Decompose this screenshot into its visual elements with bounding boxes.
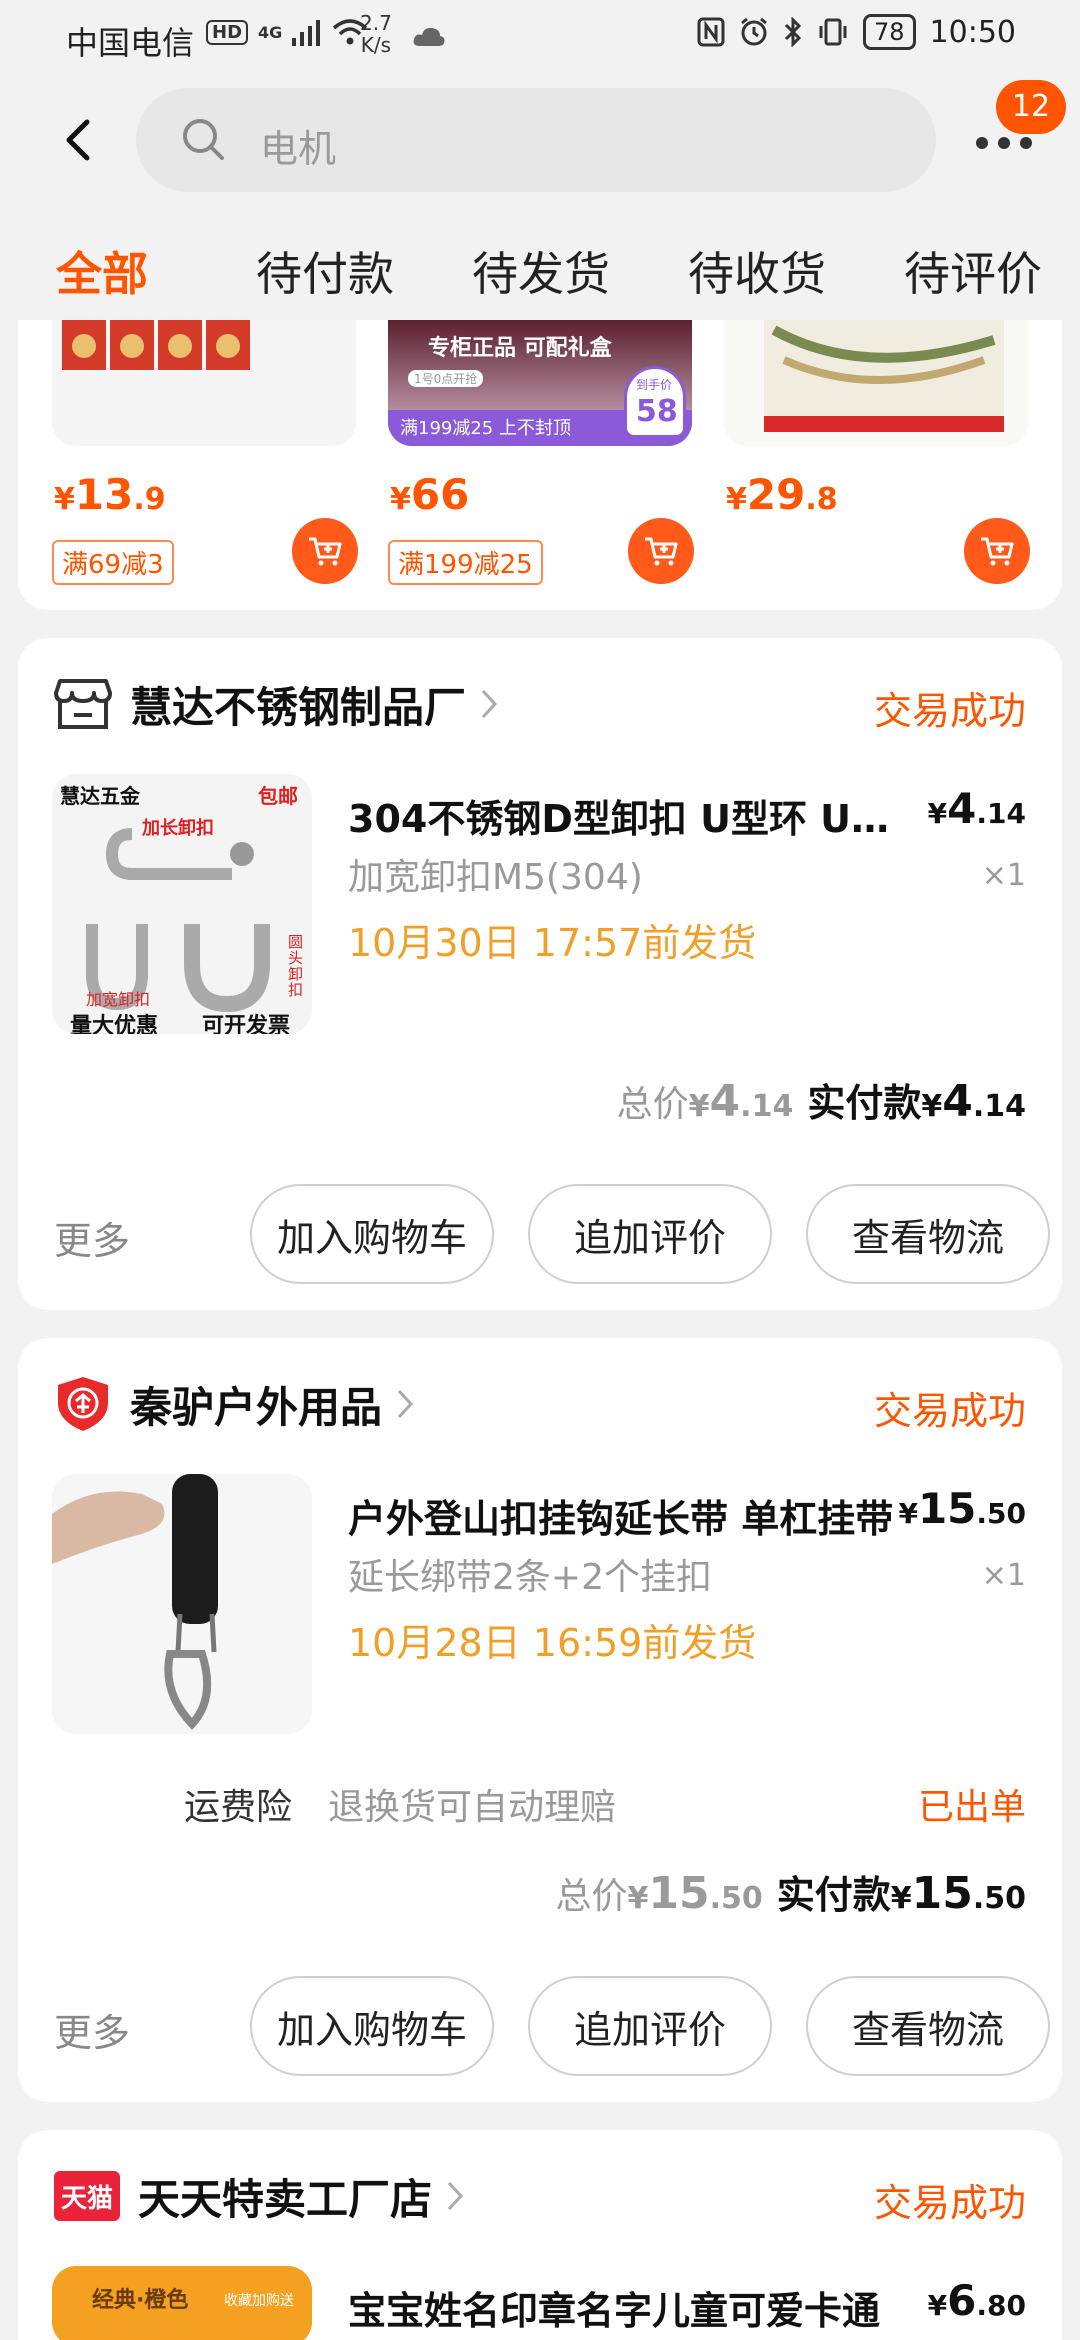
product-title[interactable]: 304不锈钢D型卸扣 U型环 U型卸扣 [348,788,908,843]
recommend-price: ¥66 [390,470,470,519]
promo-tag: 满69减3 [52,540,174,585]
order-card: 慧达不锈钢制品厂 交易成功 慧达五金 包邮 加长卸扣 加宽卸扣 圆头卸扣 量大优… [18,638,1062,1310]
recommend-strip: ¥13.9 满69减3 专柜正品 可配礼盒 1号0点开抢 满199减25 上不封… [18,320,1062,610]
status-right-icons: 78 10:50 [697,14,1016,50]
status-bar: 中国电信 HD 4G 2.7 K/s 78 10:50 [0,0,1080,80]
order-card: 天猫 天天特卖工厂店 交易成功 经典·橙色 收藏加购送 宝宝姓名印章名字儿童可爱… [18,2130,1062,2340]
nfc-icon [697,17,725,47]
shop-name: 天天特卖工厂店 [138,2174,433,2224]
shop-name: 慧达不锈钢制品厂 [130,682,467,732]
recommend-image [52,320,356,446]
shop-header[interactable]: 天猫 天天特卖工厂店 [54,2166,464,2226]
view-logistics-button[interactable]: 查看物流 [806,1184,1050,1284]
insurance-status: 已出单 [917,1787,1026,1828]
header: 电机 12 [0,80,1080,220]
back-button[interactable] [48,110,108,170]
recommend-item[interactable]: ¥29.8 [724,320,1030,610]
shop-header[interactable]: 秦驴户外用品 [54,1374,414,1434]
tab-pending-receipt[interactable]: 待收货 [688,238,826,304]
tab-pending-shipment[interactable]: 待发货 [472,238,610,304]
add-review-button[interactable]: 追加评价 [528,1976,772,2076]
tab-all[interactable]: 全部 [56,238,148,304]
order-status: 交易成功 [873,2181,1026,2225]
cart-icon [645,537,678,566]
product-price: ¥6.80 [927,2276,1026,2325]
add-to-cart-button[interactable]: 加入购物车 [250,1976,494,2076]
chevron-right-icon [397,1389,414,1419]
chevron-right-icon [447,2181,464,2211]
more-dot-icon [998,137,1010,149]
add-to-cart-button[interactable] [292,518,358,584]
product-title[interactable]: 宝宝姓名印章名字儿童可爱卡通 [348,2280,908,2335]
signal-icon [292,20,321,46]
status-left-icons: HD 4G [206,18,368,46]
more-dot-icon [976,137,988,149]
ship-deadline: 10月28日 16:59前发货 [348,1621,757,1665]
product-image[interactable]: 经典·橙色 收藏加购送 [52,2266,312,2340]
product-sku: 加宽卸扣M5(304) [348,857,643,898]
search-input[interactable]: 电机 [136,88,936,192]
tmall-badge-icon: 天猫 [54,2171,120,2221]
order-status: 交易成功 [873,689,1026,733]
recommend-item[interactable]: 专柜正品 可配礼盒 1号0点开抢 满199减25 上不封顶 到手价 58 ¥66… [388,320,694,610]
search-icon [180,116,226,166]
recommend-image [724,320,1028,446]
cloud-icon [413,27,445,46]
product-quantity: ×1 [981,1558,1026,1593]
cart-icon [981,537,1014,566]
store-icon [54,675,112,733]
order-tabs: 全部 待付款 待发货 待收货 待评价 [0,220,1080,320]
tab-pending-review[interactable]: 待评价 [904,238,1042,304]
back-arrow-icon [66,119,90,161]
network-speed: 2.7 K/s [360,11,392,57]
product-sku: 延长绑带2条+2个挂扣 [348,1557,712,1598]
order-total: 总价 ¥15.50 实付款 ¥15.50 [555,1868,1026,1919]
shop-name: 秦驴户外用品 [130,1382,383,1432]
recommend-price: ¥13.9 [54,470,166,519]
product-image[interactable] [52,1474,312,1734]
product-title[interactable]: 户外登山扣挂钩延长带 单杠挂带 [348,1488,908,1543]
enterprise-shop-icon [54,1375,112,1433]
product-quantity: ×1 [981,858,1026,893]
hd-icon: HD [206,19,249,45]
product-image[interactable]: 慧达五金 包邮 加长卸扣 加宽卸扣 圆头卸扣 量大优惠 可开发票 [52,774,312,1034]
add-review-button[interactable]: 追加评价 [528,1184,772,1284]
recommend-image: 专柜正品 可配礼盒 1号0点开抢 满199减25 上不封顶 到手价 58 [388,320,692,446]
insurance-label: 运费险 [184,1787,293,1828]
add-to-cart-button[interactable] [628,518,694,584]
network-type: 4G [258,22,283,42]
product-price: ¥4.14 [927,784,1026,833]
order-status: 交易成功 [873,1389,1026,1433]
cart-icon [309,537,342,566]
more-link[interactable]: 更多 [54,1210,130,1265]
order-total: 总价 ¥4.14 实付款 ¥4.14 [616,1076,1026,1127]
battery-icon: 78 [862,14,916,50]
recommend-item[interactable]: ¥13.9 满69减3 [52,320,358,610]
shop-header[interactable]: 慧达不锈钢制品厂 [54,674,498,734]
notification-badge: 12 [996,80,1066,134]
insurance-description: 退换货可自动理赔 [328,1787,617,1828]
add-to-cart-button[interactable] [964,518,1030,584]
add-to-cart-button[interactable]: 加入购物车 [250,1184,494,1284]
shipping-insurance-row[interactable]: 运费险 退换货可自动理赔 已出单 [18,1772,1062,1832]
ship-deadline: 10月30日 17:57前发货 [348,921,757,965]
vibrate-icon [819,18,847,46]
recommend-price: ¥29.8 [726,470,838,519]
search-placeholder: 电机 [260,127,337,171]
more-dot-icon [1020,137,1032,149]
bluetooth-icon [784,17,802,47]
carrier-name: 中国电信 [66,24,195,62]
promo-tag: 满199减25 [388,540,543,585]
alarm-icon [741,17,767,46]
more-link[interactable]: 更多 [54,2002,130,2057]
order-card: 秦驴户外用品 交易成功 户外登山扣挂钩延长带 单杠挂带 ¥15.50 延长绑带2… [18,1338,1062,2102]
clock: 10:50 [929,14,1016,50]
product-price: ¥15.50 [898,1484,1026,1533]
view-logistics-button[interactable]: 查看物流 [806,1976,1050,2076]
chevron-right-icon [481,689,498,719]
tab-pending-payment[interactable]: 待付款 [256,238,394,304]
